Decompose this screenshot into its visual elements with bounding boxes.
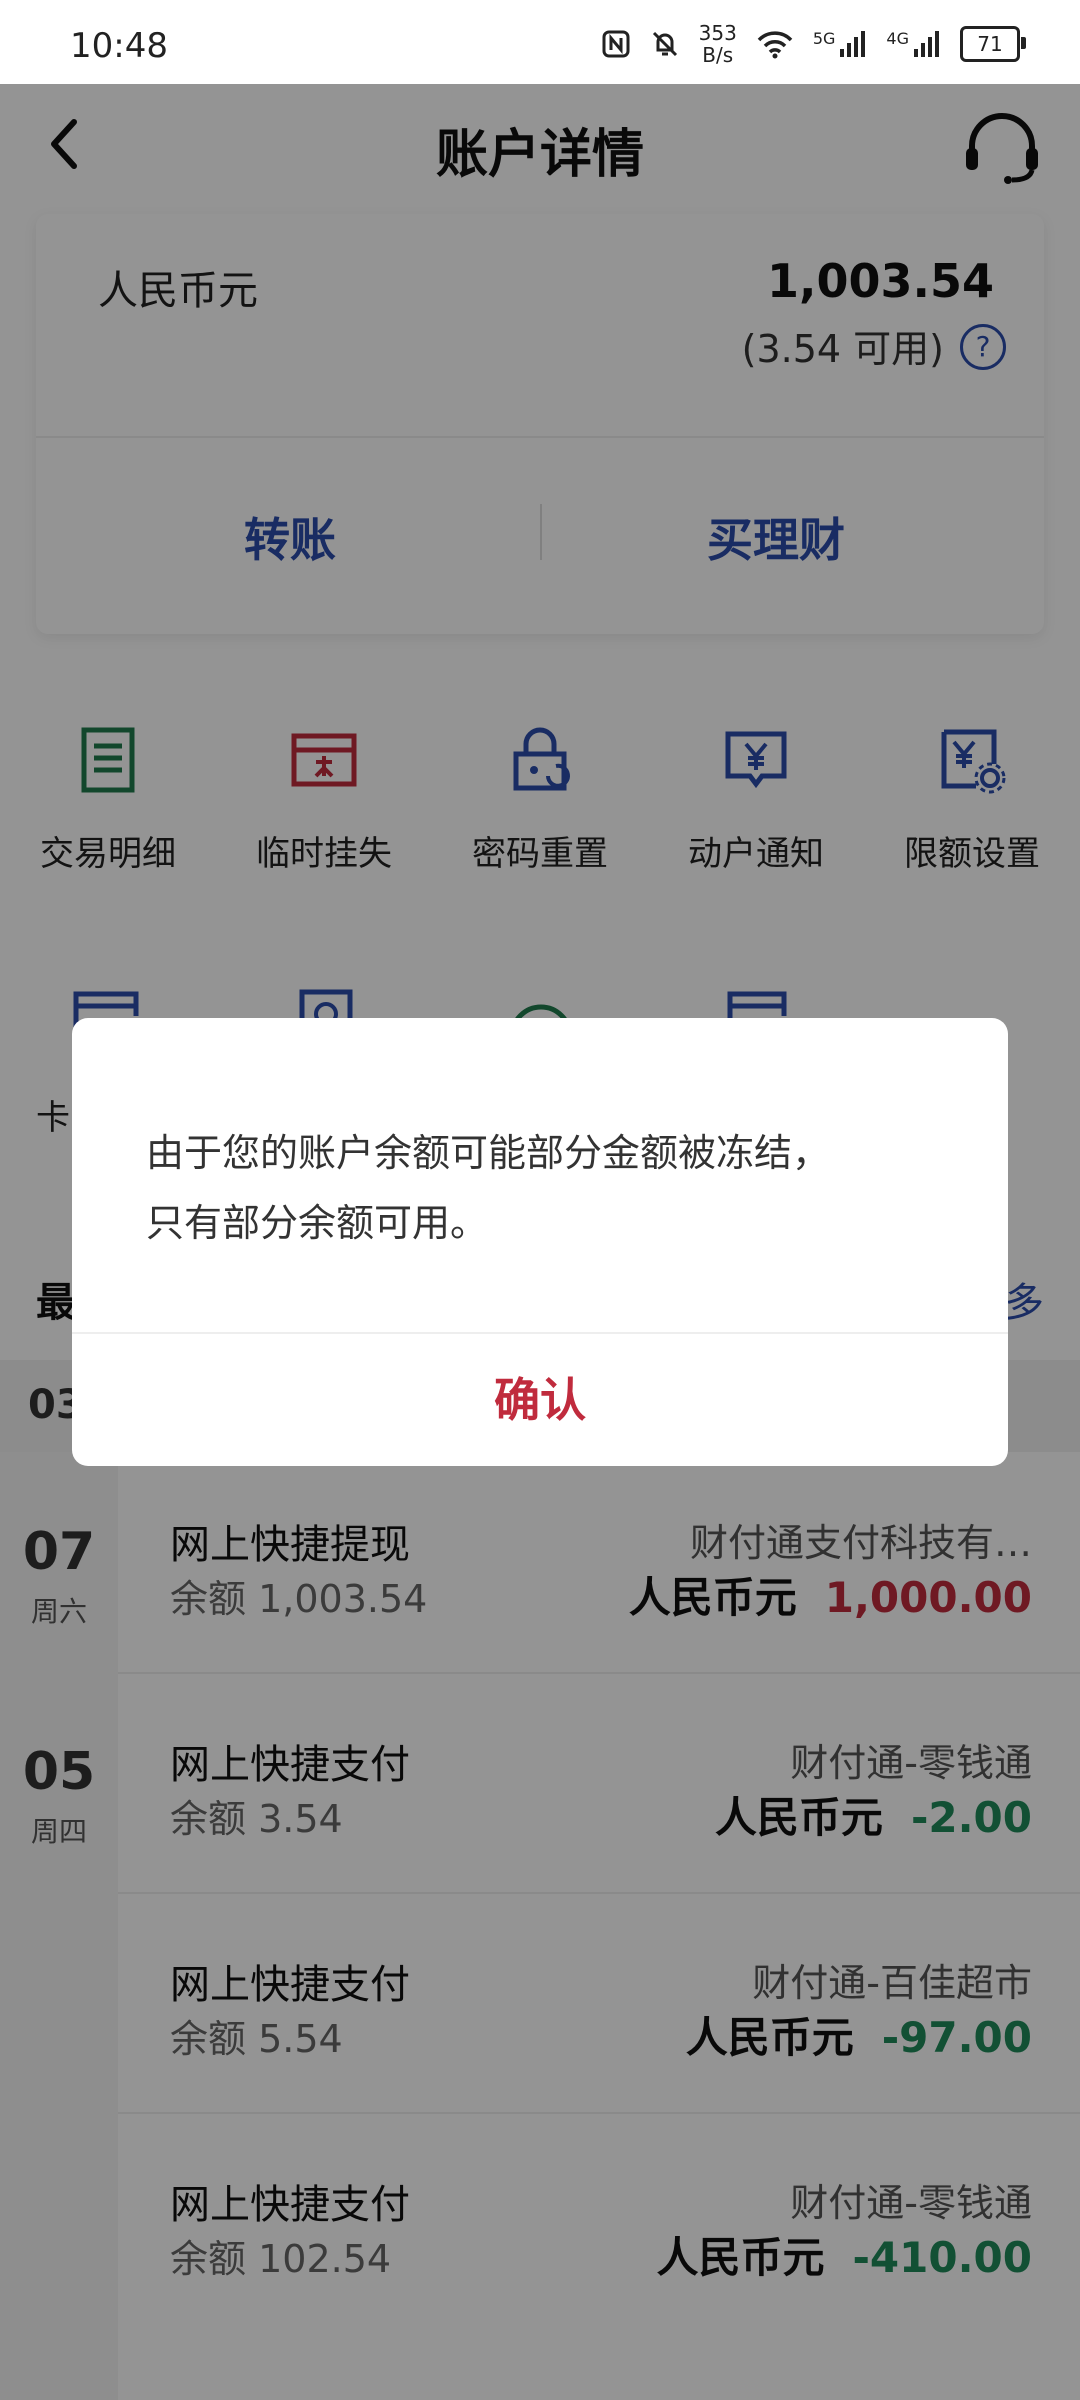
signal-4g-label: 4G xyxy=(886,29,909,48)
status-bar: 10:48 353 B/s 5G 4G 71 xyxy=(0,0,1080,84)
battery-icon: 71 xyxy=(960,26,1026,62)
dialog-message: 由于您的账户余额可能部分金额被冻结， 只有部分余额可用。 xyxy=(146,1118,946,1258)
dialog-message-line: 只有部分余额可用。 xyxy=(146,1201,489,1245)
net-speed-value: 353 xyxy=(698,21,737,45)
confirm-button[interactable]: 确认 xyxy=(72,1334,1008,1466)
status-time: 10:48 xyxy=(70,26,168,66)
status-icons: 353 B/s 5G 4G 71 xyxy=(601,20,1026,68)
signal-bars-icon xyxy=(840,31,866,57)
signal-5g-label: 5G xyxy=(812,29,836,48)
mute-bell-icon xyxy=(652,31,677,57)
dialog-message-line: 由于您的账户余额可能部分金额被冻结， xyxy=(146,1131,831,1175)
net-speed-unit: B/s xyxy=(702,43,734,67)
signal-bars-icon xyxy=(914,31,939,57)
alert-dialog: 由于您的账户余额可能部分金额被冻结， 只有部分余额可用。 确认 xyxy=(72,1018,1008,1466)
nfc-icon xyxy=(602,30,630,58)
net-speed: 353 B/s xyxy=(699,22,737,66)
wifi-icon xyxy=(757,31,793,59)
signal-5g: 5G xyxy=(813,29,869,59)
battery-level: 71 xyxy=(977,32,1003,56)
signal-4g: 4G xyxy=(886,29,942,59)
